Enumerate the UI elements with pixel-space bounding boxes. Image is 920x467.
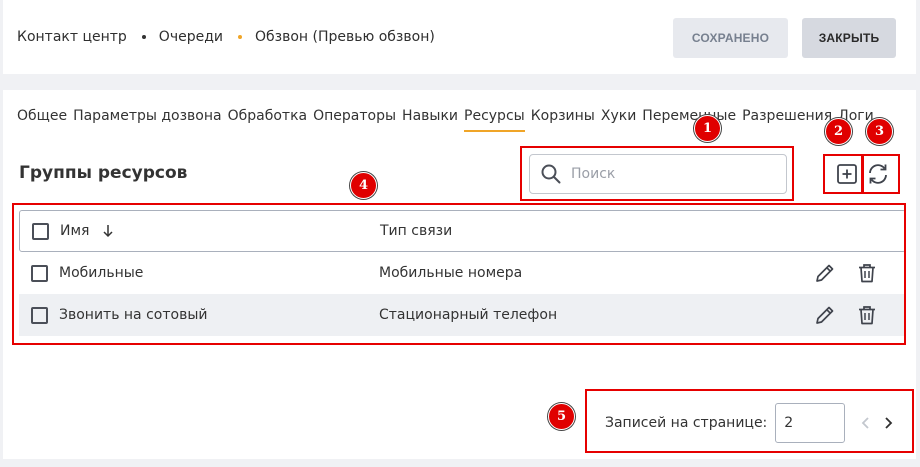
tab-2[interactable]: Обработка [228,108,308,132]
annotation-box-add [823,154,863,194]
tab-6[interactable]: Корзины [531,108,595,132]
tab-3[interactable]: Операторы [313,108,396,132]
page-title: Группы ресурсов [19,163,188,183]
annotation-badge-1: 1 [694,115,721,142]
breadcrumb-contact-center[interactable]: Контакт центр [17,29,127,45]
close-button[interactable]: ЗАКРЫТЬ [802,18,896,58]
annotation-badge-5: 5 [548,403,575,430]
annotation-box-refresh [862,154,900,194]
annotation-box-table [12,203,906,345]
annotation-badge-2: 2 [825,118,852,145]
breadcrumb-queues[interactable]: Очереди [159,29,223,45]
tab-9[interactable]: Разрешения [742,108,832,132]
breadcrumb-separator-dot-accent [237,35,242,39]
breadcrumb: Контакт центр Очереди Обзвон (Превью обз… [17,29,435,45]
tab-4[interactable]: Навыки [402,108,458,132]
tab-1[interactable]: Параметры дозвона [73,108,222,132]
annotation-badge-3: 3 [866,118,893,145]
tab-8[interactable]: Переменные [642,108,736,132]
annotation-box-search [520,146,794,201]
breadcrumb-current: Обзвон (Превью обзвон) [254,29,435,45]
tabs: Общее Параметры дозвона Обработка Операторы… [17,108,880,132]
tab-0[interactable]: Общее [17,108,67,132]
annotation-badge-4: 4 [350,172,377,199]
annotation-box-pagination [585,389,914,453]
tabs-bar: Общее Параметры дозвона Обработка Операторы… [0,100,886,136]
saved-button[interactable]: СОХРАНЕНО [673,18,788,58]
breadcrumb-separator-dot [141,35,146,39]
tab-5[interactable]: Ресурсы [464,108,525,132]
tab-7[interactable]: Хуки [601,108,636,132]
